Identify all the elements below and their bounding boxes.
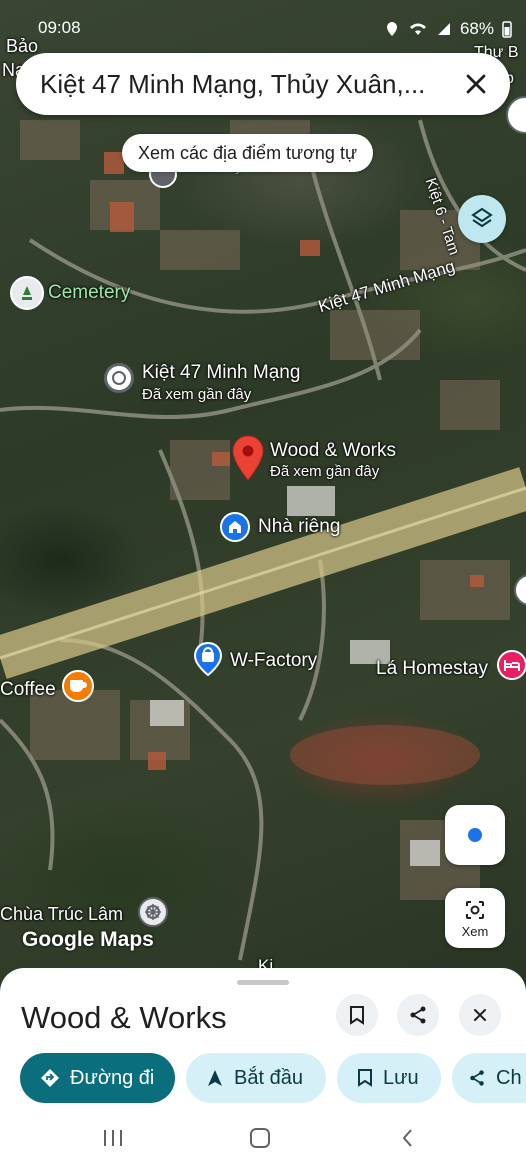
share-icon-button[interactable]	[397, 994, 439, 1036]
share-label: Ch	[496, 1066, 522, 1089]
share-button[interactable]: Ch	[452, 1053, 526, 1103]
start-label: Bắt đầu	[234, 1066, 303, 1089]
wood-works-label[interactable]: Wood & Works	[270, 440, 396, 462]
cemetery-marker[interactable]	[10, 276, 44, 310]
battery-level: 68%	[459, 19, 494, 38]
chua-truc-lam-label[interactable]: Chùa Trúc Lâm	[0, 904, 123, 925]
save-button[interactable]: Lưu	[337, 1053, 441, 1103]
save-label: Lưu	[383, 1066, 419, 1089]
viewed-recently-label-1: Đã xem gần đây	[142, 386, 252, 403]
la-homestay-label[interactable]: Lá Homestay	[376, 658, 488, 680]
hotel-icon	[504, 660, 520, 671]
home-label[interactable]: Nhà riêng	[258, 516, 340, 538]
directions-label: Đường đi	[70, 1066, 155, 1089]
place-label-kiet47[interactable]: Kiệt 47 Minh Mạng	[142, 362, 300, 384]
signal-icon	[437, 23, 450, 35]
viewed-recently-label-2: Đã xem gần đây	[270, 463, 380, 480]
temple-marker[interactable]	[138, 897, 168, 927]
map-view[interactable]: 09:08 68% Bảo Na Thư B b Kiệt 6 - Tam Ki…	[0, 0, 526, 1000]
temple-icon-wheel	[145, 904, 161, 920]
start-button[interactable]: Bắt đầu	[186, 1053, 326, 1103]
coffee-marker[interactable]	[62, 670, 94, 702]
hotel-marker[interactable]	[497, 650, 526, 680]
home-icon	[229, 521, 241, 533]
search-bar[interactable]: Kiệt 47 Minh Mạng, Thủy Xuân,...	[16, 53, 510, 115]
sheet-drag-handle[interactable]	[237, 980, 289, 985]
coffee-label[interactable]: Coffee	[0, 679, 56, 701]
system-navigation-bar	[104, 1128, 412, 1148]
bookmark-icon	[358, 1069, 372, 1087]
status-bar: 09:08 68%	[38, 18, 512, 40]
close-icon[interactable]	[460, 68, 492, 100]
cemetery-label[interactable]: Cemetery	[48, 282, 130, 304]
home-marker[interactable]	[220, 512, 250, 542]
directions-button[interactable]: Đường đi	[20, 1053, 175, 1103]
back-icon[interactable]	[402, 1129, 412, 1147]
my-location-button[interactable]	[445, 805, 505, 865]
google-maps-logo: Google Maps	[22, 928, 154, 951]
shop-marker[interactable]	[193, 641, 223, 677]
directions-icon	[41, 1069, 59, 1087]
bookmark-icon	[350, 1006, 364, 1025]
similar-places-label: Xem các địa điểm tương tự	[138, 142, 357, 163]
lens-view-button[interactable]: Xem	[445, 888, 505, 948]
place-title: Wood & Works	[21, 1000, 227, 1035]
cemetery-icon	[22, 286, 32, 300]
status-time: 09:08	[38, 18, 81, 37]
map-label-edge-bao: Bảo	[6, 36, 39, 56]
w-factory-label[interactable]: W-Factory	[230, 650, 317, 672]
recent-apps-icon[interactable]	[104, 1130, 122, 1146]
layers-button[interactable]	[458, 195, 506, 243]
share-icon	[470, 1070, 484, 1086]
shop-icon	[193, 641, 223, 677]
status-icons: 68%	[384, 18, 512, 40]
coffee-icon	[70, 680, 87, 692]
my-location-icon	[468, 828, 482, 842]
search-query[interactable]: Kiệt 47 Minh Mạng, Thủy Xuân,...	[40, 69, 450, 100]
lens-icon	[466, 900, 484, 919]
similar-places-chip[interactable]: Xem các địa điểm tương tự	[122, 134, 373, 172]
navigation-icon	[208, 1070, 222, 1086]
selected-place-pin-icon[interactable]	[230, 434, 266, 482]
location-status-icon	[386, 22, 397, 36]
lens-view-label: Xem	[461, 923, 489, 939]
save-icon-button[interactable]	[336, 994, 378, 1036]
battery-icon	[502, 21, 512, 38]
place-bottom-sheet[interactable]: Wood & Works Đường đi Bắt đầu Lưu Ch	[0, 968, 526, 1169]
home-nav-icon[interactable]	[250, 1128, 270, 1148]
location-pin-icon[interactable]	[104, 363, 134, 393]
close-sheet-button[interactable]	[459, 994, 501, 1036]
layers-icon	[471, 207, 493, 228]
close-icon	[474, 1009, 486, 1021]
share-icon	[410, 1006, 426, 1024]
location-dot	[112, 371, 126, 385]
wifi-icon	[409, 23, 426, 35]
